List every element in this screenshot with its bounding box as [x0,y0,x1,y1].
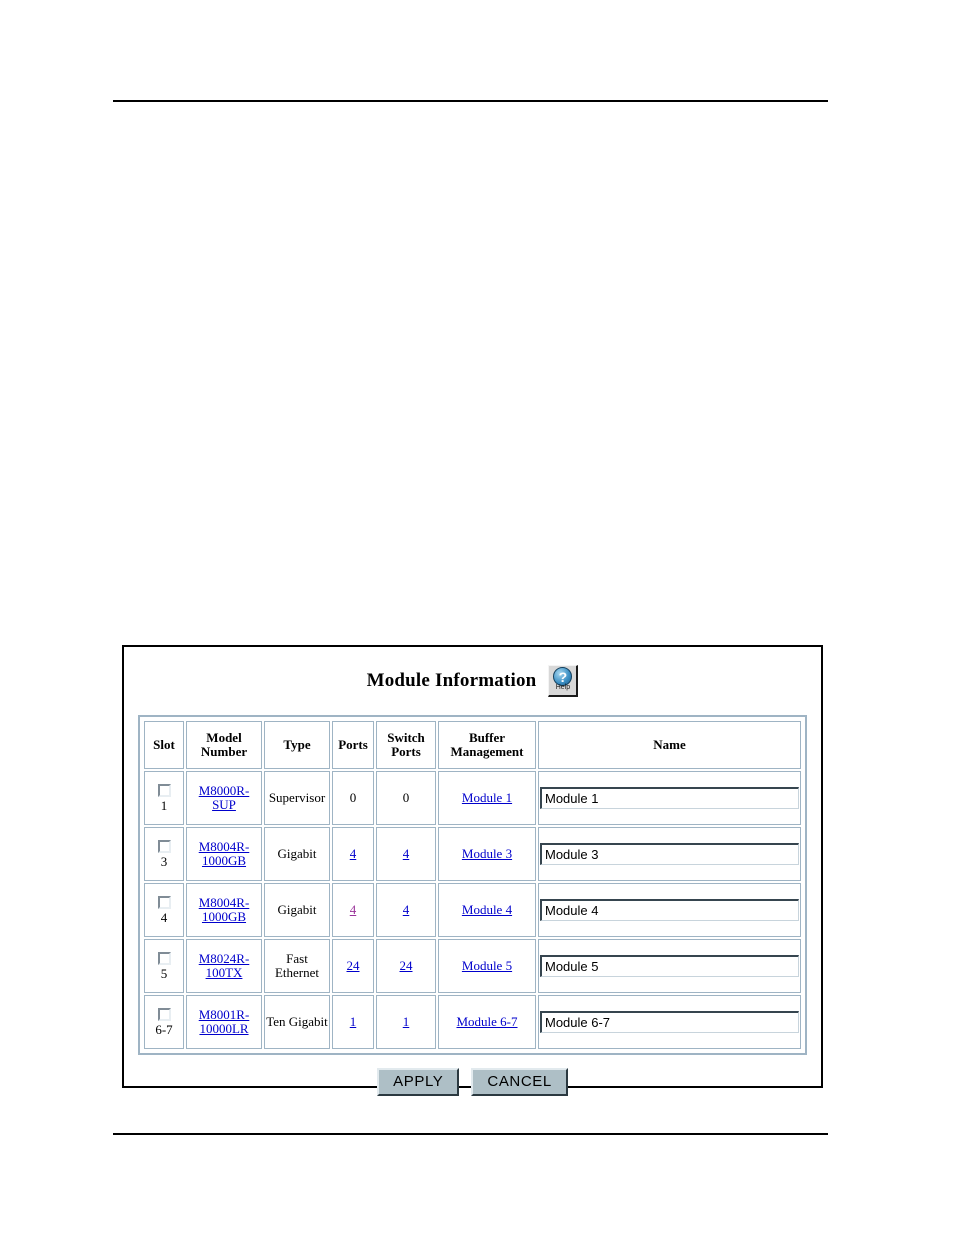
cell-name [538,827,801,881]
cell-model-number: M8004R-1000GB [186,883,262,937]
table-row: 3 M8004R-1000GB Gigabit 4 4 Module 3 [144,827,801,881]
cell-type: Gigabit [264,883,330,937]
column-header-ports: Ports [332,721,374,769]
modules-table-body: 1M8000R-SUPSupervisor00Module 13M8004R-1… [144,771,801,1049]
table-row: 6-7 M8001R-10000LR Ten Gigabit 1 1 Module 6-7 [144,995,801,1049]
cell-switch-ports: 1 [376,995,436,1049]
cell-ports: 4 [332,827,374,881]
column-header-model-number: Model Number [186,721,262,769]
row-select-checkbox[interactable] [157,839,171,853]
cell-switch-ports: 4 [376,883,436,937]
cell-name [538,995,801,1049]
page-title: Module Information [366,670,537,691]
row-select-checkbox[interactable] [157,1007,171,1021]
help-icon-label: Help [555,684,571,691]
cell-type: Ten Gigabit [264,995,330,1049]
slot-number: 6-7 [155,1021,173,1037]
cell-type: Gigabit [264,827,330,881]
buffer-management-link[interactable]: Module 3 [462,846,512,861]
cell-type: Supervisor [264,771,330,825]
cell-ports: 1 [332,995,374,1049]
cell-type: Fast Ethernet [264,939,330,993]
apply-button[interactable]: APPLY [377,1068,460,1096]
modules-table: Slot Model Number Type Ports Switch Port… [142,719,803,1051]
cell-model-number: M8004R-1000GB [186,827,262,881]
cell-ports: 24 [332,939,374,993]
buffer-management-link[interactable]: Module 1 [462,790,512,805]
cell-switch-ports: 0 [376,771,436,825]
cell-ports: 4 [332,883,374,937]
column-header-name: Name [538,721,801,769]
table-header-row: Slot Model Number Type Ports Switch Port… [144,721,801,769]
model-number-link[interactable]: M8004R-1000GB [199,839,250,868]
form-actions: APPLY CANCEL [124,1055,821,1109]
buffer-management-link[interactable]: Module 6-7 [456,1014,517,1029]
table-row: 4 M8004R-1000GB Gigabit 4 4 Module 4 [144,883,801,937]
page-header-rule [113,100,828,102]
cell-buffer-management: Module 4 [438,883,536,937]
cell-name [538,883,801,937]
cell-model-number: M8024R-100TX [186,939,262,993]
cell-buffer-management: Module 3 [438,827,536,881]
slot-number: 3 [160,853,168,869]
ports-link[interactable]: 4 [350,902,357,917]
model-number-link[interactable]: M8004R-1000GB [199,895,250,924]
row-select-checkbox[interactable] [157,951,171,965]
ports-link[interactable]: 24 [347,958,360,973]
cell-model-number: M8000R-SUP [186,771,262,825]
cell-buffer-management: Module 1 [438,771,536,825]
module-name-input[interactable] [540,1011,799,1033]
cell-buffer-management: Module 6-7 [438,995,536,1049]
slot-number: 4 [160,909,168,925]
cell-name [538,939,801,993]
column-header-buffer-management: Buffer Management [438,721,536,769]
panel-header: Module Information ? Help [124,647,821,715]
cell-switch-ports: 24 [376,939,436,993]
column-header-slot: Slot [144,721,184,769]
ports-link[interactable]: 4 [350,846,357,861]
module-name-input[interactable] [540,787,799,809]
slot-number: 5 [160,965,168,981]
switch-ports-link[interactable]: 4 [403,902,410,917]
cell-ports: 0 [332,771,374,825]
cell-slot: 3 [144,827,184,881]
switch-ports-link[interactable]: 24 [400,958,413,973]
row-select-checkbox[interactable] [157,895,171,909]
module-name-input[interactable] [540,899,799,921]
cell-buffer-management: Module 5 [438,939,536,993]
model-number-link[interactable]: M8024R-100TX [199,951,250,980]
table-row: 1 M8000R-SUP Supervisor 0 0 Module 1 [144,771,801,825]
table-row: 5 M8024R-100TX Fast Ethernet 24 24 Module 5 [144,939,801,993]
model-number-link[interactable]: M8000R-SUP [199,783,250,812]
cell-slot: 4 [144,883,184,937]
cell-slot: 5 [144,939,184,993]
page-footer-rule [113,1133,828,1135]
switch-ports-link[interactable]: 4 [403,846,410,861]
buffer-management-link[interactable]: Module 5 [462,958,512,973]
column-header-type: Type [264,721,330,769]
module-information-panel: Module Information ? Help Slot Model Num… [122,645,823,1096]
cell-model-number: M8001R-10000LR [186,995,262,1049]
row-select-checkbox[interactable] [157,783,171,797]
cell-name [538,771,801,825]
help-icon[interactable]: ? Help [548,665,579,697]
cell-slot: 1 [144,771,184,825]
modules-table-container: Slot Model Number Type Ports Switch Port… [138,715,807,1055]
cell-switch-ports: 4 [376,827,436,881]
buffer-management-link[interactable]: Module 4 [462,902,512,917]
column-header-switch-ports: Switch Ports [376,721,436,769]
module-name-input[interactable] [540,955,799,977]
slot-number: 1 [160,797,168,813]
ports-link[interactable]: 1 [350,1014,357,1029]
module-name-input[interactable] [540,843,799,865]
cancel-button[interactable]: CANCEL [471,1068,568,1096]
switch-ports-link[interactable]: 1 [403,1014,410,1029]
model-number-link[interactable]: M8001R-10000LR [199,1007,250,1036]
cell-slot: 6-7 [144,995,184,1049]
